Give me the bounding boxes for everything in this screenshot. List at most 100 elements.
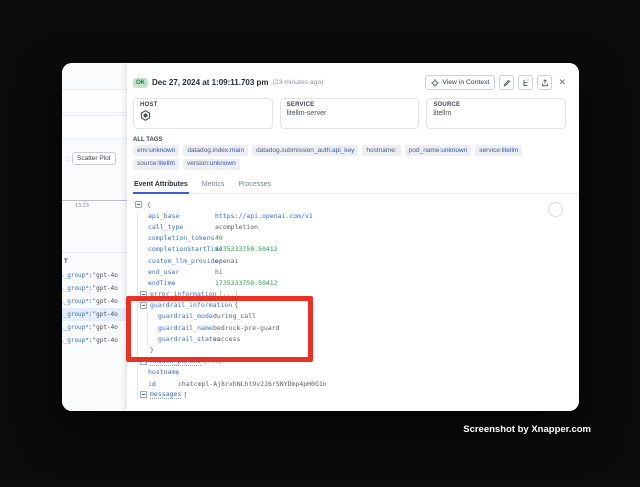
event-relative-time: (23 minutes ago)	[273, 79, 324, 86]
list-item-key: l_group*	[62, 311, 89, 318]
list-item[interactable]: l_group*:"gpt-4o	[62, 308, 127, 321]
export-icon	[541, 79, 549, 87]
json-row: call_typeacompletion	[133, 221, 566, 232]
view-in-context-button[interactable]: View in Context	[425, 75, 495, 90]
tag-value: api_key	[332, 147, 354, 154]
card-value	[140, 110, 266, 119]
card-value: litellm-server	[287, 110, 413, 119]
json-row: end_userhi	[133, 266, 566, 277]
tag-value: unknown	[210, 160, 236, 167]
json-key: call_type	[148, 223, 215, 231]
edit-button[interactable]	[499, 75, 514, 90]
time-axis	[62, 200, 127, 201]
list-item[interactable]: l_group*:"gpt-4o	[62, 269, 127, 282]
list-item-key: l_group*	[62, 337, 89, 344]
tag-pill[interactable]: pod_name:unknown	[405, 145, 472, 156]
collapse-toggle-icon[interactable]	[140, 391, 147, 398]
list-item[interactable]: l_group*:"gpt-4o	[62, 334, 127, 347]
tag-key: source:	[137, 160, 158, 167]
tag-pill[interactable]: env:unknown	[133, 145, 179, 156]
related-traces-button[interactable]	[518, 75, 533, 90]
tag-key: env:	[137, 147, 149, 154]
tag-pill[interactable]: service:litellm	[475, 145, 522, 156]
json-key[interactable]: messages	[150, 390, 181, 399]
json-value: 40	[215, 234, 223, 242]
list-item[interactable]: l_group*:"gpt-4o	[62, 282, 127, 295]
json-value: chatcmpl-Aj8rxhNLht9v2J6rSNYDmp4pH0G1n	[178, 380, 327, 388]
list-item[interactable]: l_group*:"gpt-4o	[62, 295, 127, 308]
card-label: SERVICE	[287, 102, 413, 108]
list-item[interactable]: l_group*:"gpt-4o	[62, 321, 127, 334]
tag-list: env:unknowndatadog.index:maindatadog.sub…	[133, 145, 547, 170]
hierarchy-icon	[522, 79, 530, 87]
background-card	[62, 115, 128, 139]
list-item-value: :"gpt-4o	[89, 272, 118, 279]
scatter-plot-button[interactable]: Scatter Plot	[72, 152, 116, 165]
card-label: HOST	[140, 102, 266, 108]
search-icon	[555, 206, 556, 214]
tag-pill[interactable]: datadog.submission_auth:api_key	[252, 145, 358, 156]
tag-value: unknown	[149, 147, 175, 154]
json-key: api_base	[148, 212, 215, 220]
tag-value: unknown	[441, 147, 467, 154]
scatter-plot-prefix: :	[66, 156, 68, 163]
tab-processes[interactable]: Processes	[237, 179, 272, 193]
json-value: acompletion	[215, 223, 258, 231]
list-item-value: :"gpt-4o	[89, 324, 118, 331]
tag-key: service:	[479, 147, 501, 154]
tab-metrics[interactable]: Metrics	[201, 179, 226, 193]
json-key: id	[148, 380, 178, 388]
list-item-value: :"gpt-4o	[89, 337, 118, 344]
pencil-icon	[503, 79, 511, 87]
event-actions: View in Context ✕	[425, 75, 566, 90]
json-row: completion_tokens40	[133, 233, 566, 244]
json-row: hostname	[133, 367, 566, 378]
json-row: idchatcmpl-Aj8rxhNLht9v2J6rSNYDmp4pH0G1n	[133, 378, 566, 389]
json-bracket: [	[183, 391, 187, 399]
list-item-key: l_group*	[62, 285, 89, 292]
json-row: completionStartTime1735333750.50412	[133, 244, 566, 255]
summary-card-service: SERVICE litellm-server	[280, 98, 420, 129]
background-page: : Scatter Plot 13:23 T l_group*:"gpt-4ol…	[62, 63, 127, 411]
json-value: 1735333750.50412	[215, 245, 278, 253]
json-row: {	[133, 199, 566, 210]
list-item-key: l_group*	[62, 272, 89, 279]
export-button[interactable]	[537, 75, 552, 90]
tag-pill[interactable]: hostname:	[362, 145, 400, 156]
scope-icon	[431, 79, 439, 87]
all-tags-label: ALL TAGS	[133, 137, 162, 143]
search-attributes-button[interactable]	[548, 202, 563, 217]
background-card	[62, 89, 128, 113]
summary-cards: HOST SERVICE litellm-server SOURCElitellm	[133, 98, 566, 129]
list-item-value: :"gpt-4o	[89, 311, 118, 318]
json-value[interactable]: https://api.openai.com/v1	[215, 212, 313, 220]
annotation-highlight-rectangle	[126, 296, 313, 362]
tag-value: main	[230, 147, 244, 154]
tab-event-attributes[interactable]: Event Attributes	[133, 179, 189, 194]
summary-card-host: HOST	[133, 98, 273, 129]
card-value: litellm	[433, 110, 559, 119]
tag-key: hostname:	[366, 147, 396, 154]
time-axis-tick	[85, 200, 86, 202]
tag-pill[interactable]: datadog.index:main	[183, 145, 248, 156]
list-item-key: l_group*	[62, 324, 89, 331]
json-row: messages[	[133, 389, 566, 400]
json-row: api_basehttps://api.openai.com/v1	[133, 210, 566, 221]
tag-key: pod_name:	[409, 147, 442, 154]
background-group-list: l_group*:"gpt-4ol_group*:"gpt-4ol_group*…	[62, 269, 127, 347]
json-row: custom_llm_provideropenai	[133, 255, 566, 266]
summary-card-source: SOURCElitellm	[426, 98, 566, 129]
collapse-toggle-icon[interactable]	[135, 201, 142, 208]
tag-pill[interactable]: source:litellm	[133, 159, 179, 170]
tag-key: version:	[187, 160, 210, 167]
tag-key: datadog.index:	[187, 147, 230, 154]
json-value: openai	[215, 257, 238, 265]
json-key: end_user	[148, 268, 215, 276]
json-key: completionStartTime	[148, 245, 215, 253]
tag-pill[interactable]: version:unknown	[183, 159, 240, 170]
close-icon[interactable]: ✕	[558, 78, 566, 87]
json-row: endTime1735333750.50412	[133, 277, 566, 288]
json-value: hi	[215, 268, 223, 276]
event-timestamp: Dec 27, 2024 at 1:09:11.703 pm	[152, 78, 269, 87]
event-header: OK Dec 27, 2024 at 1:09:11.703 pm (23 mi…	[133, 75, 566, 90]
